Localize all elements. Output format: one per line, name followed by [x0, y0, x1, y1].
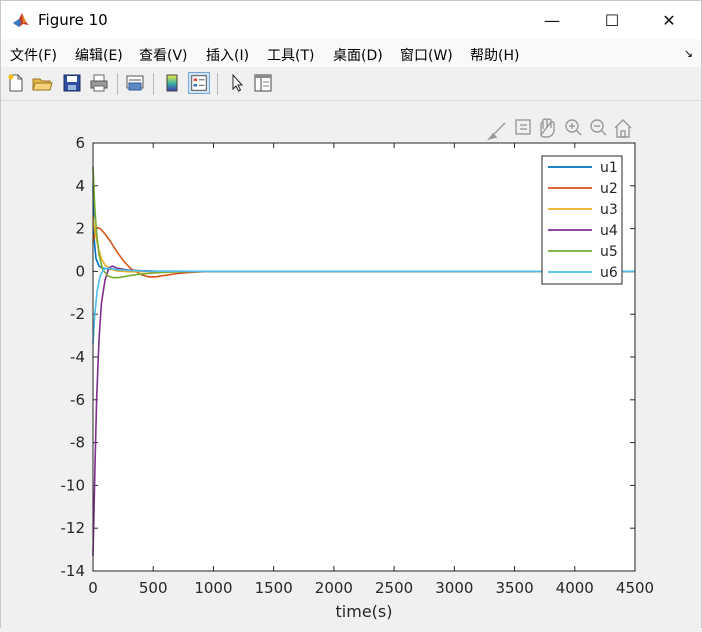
legend-icon[interactable] — [188, 72, 210, 94]
toolbar-separator — [217, 73, 218, 95]
y-tick-label: -14 — [61, 562, 86, 580]
y-tick-label: -6 — [70, 391, 85, 409]
x-tick-label: 1500 — [255, 579, 293, 597]
menu-overflow-icon[interactable]: ↘ — [684, 47, 693, 60]
toolbar-separator — [153, 73, 154, 95]
y-tick-label: -2 — [70, 305, 85, 323]
menu-bar: 文件(F) 编辑(E) 查看(V) 插入(I) 工具(T) 桌面(D) 窗口(W… — [1, 39, 701, 67]
figure-canvas-area: 0 500 1000 1500 2000 2500 3000 3500 4000 4500 -14 -… — [1, 101, 701, 628]
menu-edit[interactable]: 编辑(E) — [75, 45, 123, 65]
legend-label-u1: u1 — [600, 160, 618, 176]
figure-toolbar — [1, 68, 701, 101]
x-tick-label: 4500 — [616, 579, 654, 597]
zoom-out-icon[interactable] — [590, 119, 607, 136]
toolbar-separator — [117, 73, 118, 95]
link-plot-icon[interactable] — [124, 72, 146, 94]
y-tick-label: 4 — [75, 177, 85, 195]
open-file-icon[interactable] — [31, 72, 53, 94]
minimize-button[interactable]: — — [529, 1, 575, 39]
x-tick-label: 4000 — [556, 579, 594, 597]
menu-view[interactable]: 查看(V) — [139, 45, 188, 65]
title-bar: Figure 10 — ☐ ✕ — [1, 1, 701, 39]
window-title: Figure 10 — [38, 11, 108, 29]
y-tick-label: 2 — [75, 220, 85, 238]
figure-window: Figure 10 — ☐ ✕ 文件(F) 编辑(E) 查看(V) 插入(I) … — [0, 0, 702, 628]
y-tick-label: 0 — [75, 262, 85, 280]
zoom-in-icon[interactable] — [565, 119, 582, 136]
y-tick-label: -12 — [61, 519, 86, 537]
x-tick-label: 3500 — [495, 579, 533, 597]
menu-desktop[interactable]: 桌面(D) — [333, 45, 383, 65]
close-button[interactable]: ✕ — [646, 1, 692, 39]
menu-help[interactable]: 帮助(H) — [470, 45, 519, 65]
data-tips-icon[interactable] — [515, 119, 531, 135]
axes-toolbar — [487, 118, 632, 141]
x-tick-label: 3000 — [435, 579, 473, 597]
menu-file[interactable]: 文件(F) — [10, 45, 57, 65]
property-inspector-icon[interactable] — [252, 72, 274, 94]
print-icon[interactable] — [88, 72, 110, 94]
x-tick-label: 0 — [88, 579, 98, 597]
legend[interactable]: u1 u2 u3 u4 u5 u6 — [541, 155, 623, 285]
x-tick-label: 500 — [139, 579, 168, 597]
maximize-button[interactable]: ☐ — [589, 1, 635, 39]
y-tick-label: -8 — [70, 434, 85, 452]
legend-label-u3: u3 — [600, 202, 618, 218]
menu-tools[interactable]: 工具(T) — [267, 45, 314, 65]
figure-canvas: 0 500 1000 1500 2000 2500 3000 3500 4000 4500 -14 -… — [61, 118, 654, 621]
brush-icon[interactable] — [487, 122, 506, 141]
menu-insert[interactable]: 插入(I) — [206, 45, 249, 65]
legend-label-u6: u6 — [600, 265, 618, 281]
matlab-logo-icon — [11, 10, 31, 30]
pan-icon[interactable] — [540, 118, 555, 138]
legend-label-u2: u2 — [600, 181, 618, 197]
x-tick-label: 2500 — [375, 579, 413, 597]
home-icon[interactable] — [614, 119, 632, 138]
legend-label-u4: u4 — [600, 223, 618, 239]
save-icon[interactable] — [61, 72, 83, 94]
edit-plot-icon[interactable] — [226, 72, 248, 94]
legend-label-u5: u5 — [600, 244, 618, 260]
menu-window[interactable]: 窗口(W) — [400, 45, 453, 65]
x-tick-label: 2000 — [315, 579, 353, 597]
y-tick-label: 6 — [75, 134, 85, 152]
x-tick-label: 1000 — [194, 579, 232, 597]
y-tick-label: -10 — [61, 476, 86, 494]
colorbar-icon[interactable] — [161, 72, 183, 94]
new-figure-icon[interactable] — [5, 72, 27, 94]
y-tick-label: -4 — [70, 348, 85, 366]
x-axis-label: time(s) — [336, 602, 393, 621]
